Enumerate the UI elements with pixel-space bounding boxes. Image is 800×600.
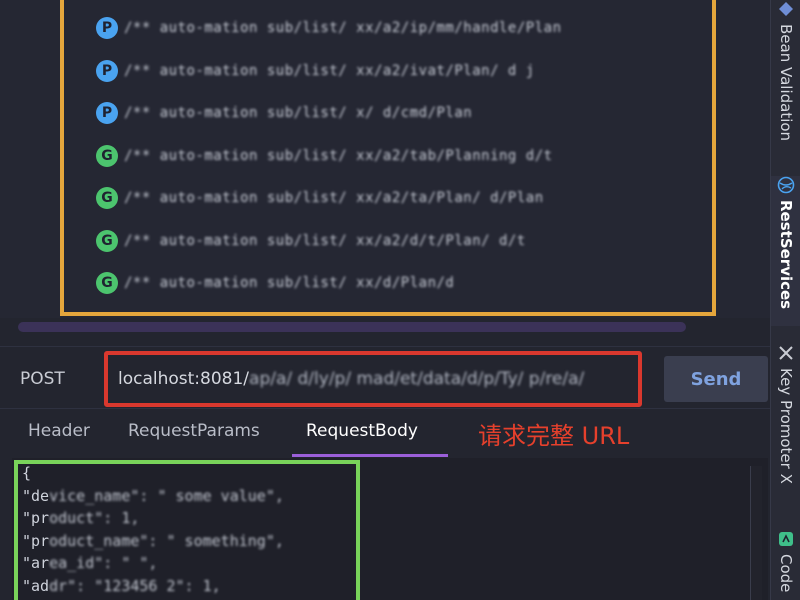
request-tabs: Header RequestParams RequestBody [0, 408, 770, 457]
post-method-icon: P [96, 17, 118, 39]
bean-validation-icon [777, 0, 795, 18]
annotation-full-url: 请求完整 URL [478, 422, 630, 450]
service-path: /** auto-mation sub/list/ xx/a2/ivat/Pla… [124, 62, 535, 79]
sidebar-item-key-promoter[interactable]: Key Promoter X [771, 344, 800, 514]
sidebar-item-bean-validation[interactable]: Bean Validation [771, 0, 800, 150]
active-tab-indicator [292, 454, 448, 457]
service-row[interactable]: P /** auto-mation sub/list/ xx/a2/ivat/Pl… [96, 57, 535, 85]
tab-header[interactable]: Header [28, 421, 90, 441]
http-method-selector[interactable]: POST [20, 369, 65, 389]
get-method-icon: G [96, 144, 118, 167]
get-method-icon: G [96, 272, 118, 294]
service-row[interactable]: G /** auto-mation sub/list/ xx/a2/tab/Pla… [96, 142, 553, 170]
service-path: /** auto-mation sub/list/ xx/a2/tab/Plan… [124, 147, 553, 164]
url-visible-text: localhost:8081/ [118, 369, 250, 389]
service-path: /** auto-mation sub/list/ xx/a2/ip/mm/ha… [124, 20, 562, 36]
post-method-icon: P [96, 59, 118, 82]
service-row[interactable]: G /** auto-mation sub/list/ xx/a2/ta/Plan… [96, 184, 544, 212]
service-path: /** auto-mation sub/list/ xx/d/Plan/d [124, 275, 455, 291]
service-path: /** auto-mation sub/list/ xx/a2/ta/Plan/… [124, 190, 544, 206]
code-icon [777, 530, 795, 548]
url-bar: POST localhost:8081/ ap/a/ d/ly/p/ mad/e… [0, 346, 770, 407]
sidebar-label-code: Code [777, 554, 795, 593]
right-tool-sidebar: Bean Validation RestServices Key Promote… [770, 0, 800, 600]
sidebar-label-key-promoter: Key Promoter X [777, 368, 795, 484]
key-promoter-icon [777, 344, 795, 362]
service-row[interactable]: P /** auto-mation sub/list/ xx/a2/ip/mm/h… [96, 14, 562, 42]
tab-request-params[interactable]: RequestParams [128, 421, 260, 441]
service-row[interactable]: G /** auto-mation sub/list/ xx/a2/d/t/Pla… [96, 227, 526, 255]
service-path: /** auto-mation sub/list/ x/ d/cmd/Plan [124, 105, 473, 121]
send-button[interactable]: Send [664, 356, 768, 402]
sidebar-item-rest-services[interactable]: RestServices [771, 176, 800, 326]
sidebar-label-bean-validation: Bean Validation [777, 24, 795, 142]
get-method-icon: G [96, 187, 118, 209]
url-input[interactable]: localhost:8081/ ap/a/ d/ly/p/ mad/et/dat… [104, 351, 642, 407]
sidebar-label-rest-services: RestServices [777, 200, 795, 310]
globe-icon [777, 176, 795, 194]
service-row[interactable]: P /** auto-mation sub/list/ x/ d/cmd/Plan [96, 99, 472, 127]
request-body-highlight [14, 460, 360, 600]
vertical-scrollbar[interactable] [750, 466, 762, 600]
horizontal-scrollbar[interactable] [18, 322, 686, 332]
url-blurred-text: ap/a/ d/ly/p/ mad/et/data/d/p/Ty/ p/re/a… [249, 369, 585, 389]
sidebar-item-code[interactable]: Code [771, 530, 800, 600]
service-path: /** auto-mation sub/list/ xx/a2/d/t/Plan… [124, 232, 526, 249]
service-row[interactable]: G /** auto-mation sub/list/ xx/d/Plan/d [96, 269, 454, 297]
post-method-icon: P [96, 102, 118, 124]
tab-request-body[interactable]: RequestBody [306, 421, 418, 441]
get-method-icon: G [96, 229, 118, 252]
